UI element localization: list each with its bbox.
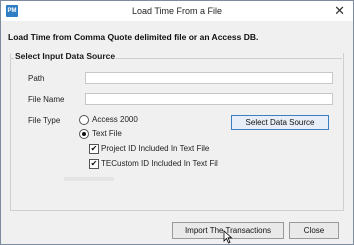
dialog-window: PM Load Time From a File ✕ Load Time fro… bbox=[0, 0, 354, 245]
mouse-pointer-icon bbox=[223, 230, 233, 244]
path-label: Path bbox=[28, 74, 45, 83]
checkbox-tecustom-id-label[interactable]: TECustom ID Included In Text Fil bbox=[101, 159, 218, 168]
file-name-input[interactable] bbox=[85, 93, 333, 105]
select-data-source-button[interactable]: Select Data Source bbox=[231, 115, 329, 130]
radio-access-2000-label[interactable]: Access 2000 bbox=[92, 115, 138, 124]
radio-access-2000[interactable] bbox=[79, 115, 89, 125]
checkbox-tecustom-id[interactable]: ✔ bbox=[89, 159, 99, 169]
file-name-label: File Name bbox=[28, 95, 65, 104]
path-input[interactable] bbox=[85, 72, 333, 84]
radio-text-file[interactable] bbox=[79, 129, 89, 139]
title-bar[interactable]: PM Load Time From a File ✕ bbox=[1, 1, 353, 21]
status-placeholder bbox=[64, 177, 114, 181]
window-title: Load Time From a File bbox=[131, 6, 223, 16]
radio-text-file-label[interactable]: Text File bbox=[92, 129, 122, 138]
close-icon[interactable]: ✕ bbox=[334, 3, 345, 19]
checkbox-project-id[interactable]: ✔ bbox=[89, 144, 99, 154]
dialog-heading: Load Time from Comma Quote delimited fil… bbox=[8, 32, 259, 42]
close-button[interactable]: Close bbox=[289, 222, 339, 239]
group-title: Select Input Data Source bbox=[14, 51, 117, 61]
dialog-body: Load Time from Comma Quote delimited fil… bbox=[1, 22, 353, 244]
file-type-label: File Type bbox=[28, 116, 61, 125]
checkbox-project-id-label[interactable]: Project ID Included In Text File bbox=[101, 144, 209, 153]
